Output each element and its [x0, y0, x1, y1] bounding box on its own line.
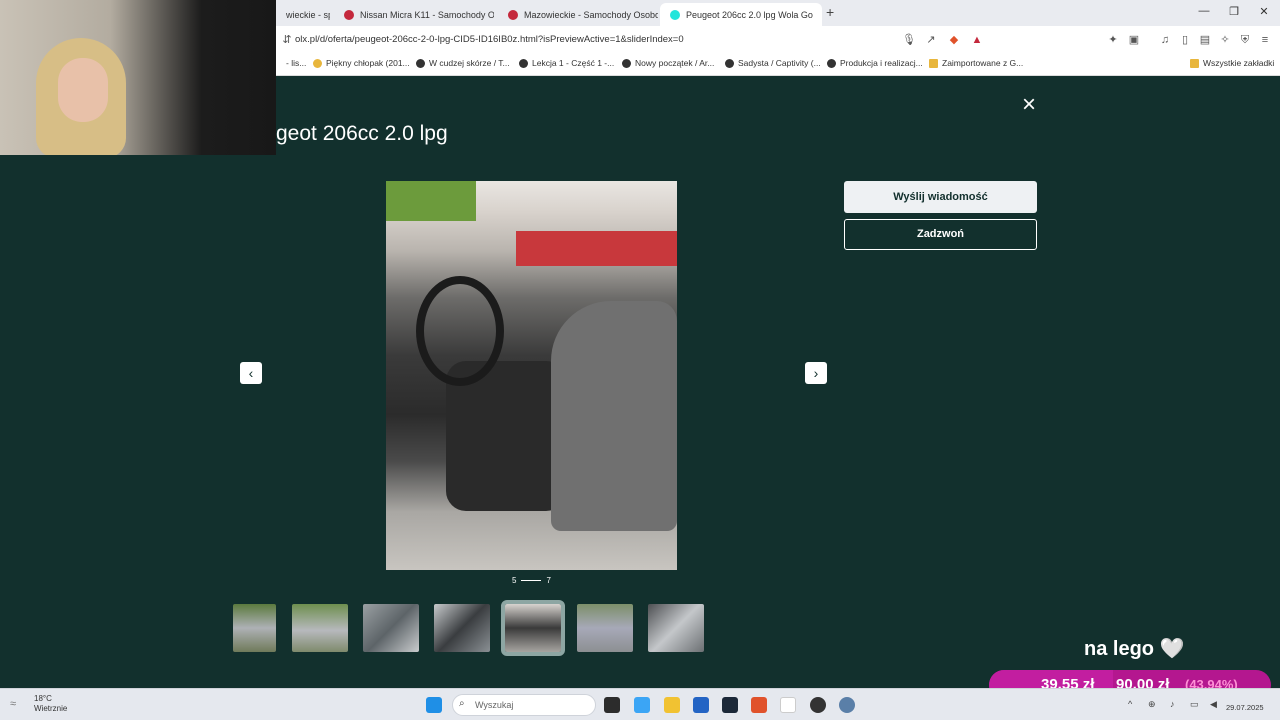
settings-icon[interactable]	[839, 697, 855, 713]
leo-ai-icon[interactable]: ✧	[1218, 33, 1232, 47]
display-icon[interactable]: ▭	[1190, 699, 1199, 710]
bookmark-item[interactable]: Piękny chłopak (201...	[313, 58, 410, 68]
tab-label: Peugeot 206cc 2.0 lpg Wola Go	[686, 9, 813, 20]
bookmark-favicon-icon	[725, 58, 734, 68]
tab-label: wieckie - sp	[286, 9, 330, 20]
thumbnail-3[interactable]	[363, 604, 419, 652]
date-display: 29.07.2025	[1226, 703, 1264, 712]
brave-rewards-icon[interactable]: ▲	[970, 33, 984, 47]
wallet-icon[interactable]: ▤	[1198, 33, 1212, 47]
main-photo	[386, 181, 677, 570]
search-icon: ⌕	[459, 698, 465, 709]
share-icon[interactable]: ↗	[924, 33, 938, 47]
mic-icon[interactable]: ♪	[1170, 699, 1175, 709]
favicon-icon	[344, 9, 354, 20]
bookmark-favicon-icon	[416, 58, 425, 68]
close-icon[interactable]: ×	[1018, 93, 1040, 117]
new-tab-button[interactable]: +	[826, 4, 834, 20]
url-field[interactable]: olx.pl/d/oferta/peugeot-206cc-2-0-lpg-CI…	[295, 34, 684, 45]
windows-start-icon[interactable]	[426, 697, 442, 713]
store-icon[interactable]	[693, 697, 709, 713]
bookmark-item[interactable]: Sadysta / Captivity (...	[725, 58, 821, 68]
counter-total: 7	[546, 576, 551, 585]
folder-icon	[929, 58, 938, 68]
bookmark-item[interactable]: - lis...	[286, 58, 306, 68]
close-tab-icon[interactable]: ✕	[819, 9, 822, 20]
weather-condition: Wietrznie	[34, 704, 68, 713]
minimize-icon[interactable]: —	[1197, 5, 1211, 17]
stream-goal-text: na lego 🤍	[1084, 638, 1185, 660]
tab-3[interactable]: Mazowieckie - Samochody Osobowe	[498, 3, 658, 26]
task-view-icon[interactable]	[604, 697, 620, 713]
sidebar-icon[interactable]: ▯	[1178, 33, 1192, 47]
weather-temperature: 18°C	[34, 694, 52, 703]
volume-icon[interactable]: ◀	[1210, 699, 1217, 710]
mic-off-icon[interactable]: 🎙	[902, 33, 916, 47]
webcam-overlay	[0, 0, 276, 155]
listing-title: geot 206cc 2.0 lpg	[276, 122, 448, 145]
bookmark-item[interactable]: Nowy początek / Ar...	[622, 58, 714, 68]
app-icon[interactable]	[780, 697, 796, 713]
bookmark-item[interactable]: Lekcja 1 - Część 1 -...	[519, 58, 614, 68]
wind-icon: ≈	[10, 698, 17, 710]
thumbnail-5-selected[interactable]	[501, 600, 565, 656]
bookmark-item[interactable]: Produkcja i realizacj...	[827, 58, 923, 68]
bookmark-favicon-icon	[519, 58, 528, 68]
menu-icon[interactable]: ≡	[1258, 33, 1272, 47]
counter-current: 5	[512, 576, 517, 585]
thumbnail-1[interactable]	[233, 604, 276, 652]
site-info-icon[interactable]: ⇵	[280, 33, 294, 47]
previous-photo-button[interactable]: ‹	[240, 362, 262, 384]
tab-2[interactable]: Nissan Micra K11 - Samochody Osob	[334, 3, 494, 26]
taskbar-search[interactable]: Wyszukaj	[452, 694, 596, 716]
weather-widget[interactable]: ≈ 18°C Wietrznie	[10, 694, 67, 714]
tab-label: Nissan Micra K11 - Samochody Osob	[360, 9, 494, 20]
bookmark-favicon-icon	[827, 58, 836, 68]
extensions-icon[interactable]: ✦	[1106, 33, 1120, 47]
favicon-icon	[508, 9, 518, 20]
bookmark-folder[interactable]: Zaimportowane z G...	[929, 58, 1023, 68]
call-button[interactable]: Zadzwoń	[844, 219, 1037, 250]
close-window-icon[interactable]: ✕	[1257, 5, 1271, 18]
folder-icon	[1190, 58, 1199, 68]
restore-icon[interactable]: ❐	[1227, 5, 1241, 18]
bookmark-favicon-icon	[622, 58, 631, 68]
screenshot-icon[interactable]: ▣	[1127, 33, 1141, 47]
thumbnail-7[interactable]	[648, 604, 704, 652]
file-explorer-icon[interactable]	[664, 697, 680, 713]
thumbnail-2[interactable]	[292, 604, 348, 652]
thumbnail-4[interactable]	[434, 604, 490, 652]
steam-icon[interactable]	[722, 697, 738, 713]
taskbar: ≈ 18°C Wietrznie Wyszukaj ⌕ ^ ⊕ ♪ ▭ ◀ 29…	[0, 688, 1280, 720]
bookmark-item[interactable]: W cudzej skórze / T...	[416, 58, 510, 68]
music-icon[interactable]: ♫	[1158, 33, 1172, 47]
network-icon[interactable]: ⊕	[1148, 699, 1156, 710]
vpn-icon[interactable]: ⛨	[1238, 33, 1252, 47]
olx-favicon-icon	[670, 9, 680, 20]
tray-chevron-icon[interactable]: ^	[1128, 699, 1132, 709]
thumbnail-6[interactable]	[577, 604, 633, 652]
bookmark-favicon-icon	[313, 58, 322, 68]
all-bookmarks-folder[interactable]: Wszystkie zakładki	[1190, 58, 1274, 68]
brave-browser-icon[interactable]	[751, 697, 767, 713]
photo-counter: 5 7	[512, 576, 551, 585]
send-message-button[interactable]: Wyślij wiadomość	[844, 181, 1037, 213]
next-photo-button[interactable]: ›	[805, 362, 827, 384]
tab-1[interactable]: wieckie - sp	[276, 3, 330, 26]
tab-4-active[interactable]: Peugeot 206cc 2.0 lpg Wola Go ✕	[660, 3, 822, 26]
obs-icon[interactable]	[810, 697, 826, 713]
brave-shield-icon[interactable]: ◆	[947, 33, 961, 47]
copilot-icon[interactable]	[634, 697, 650, 713]
tab-label: Mazowieckie - Samochody Osobowe	[524, 9, 658, 20]
